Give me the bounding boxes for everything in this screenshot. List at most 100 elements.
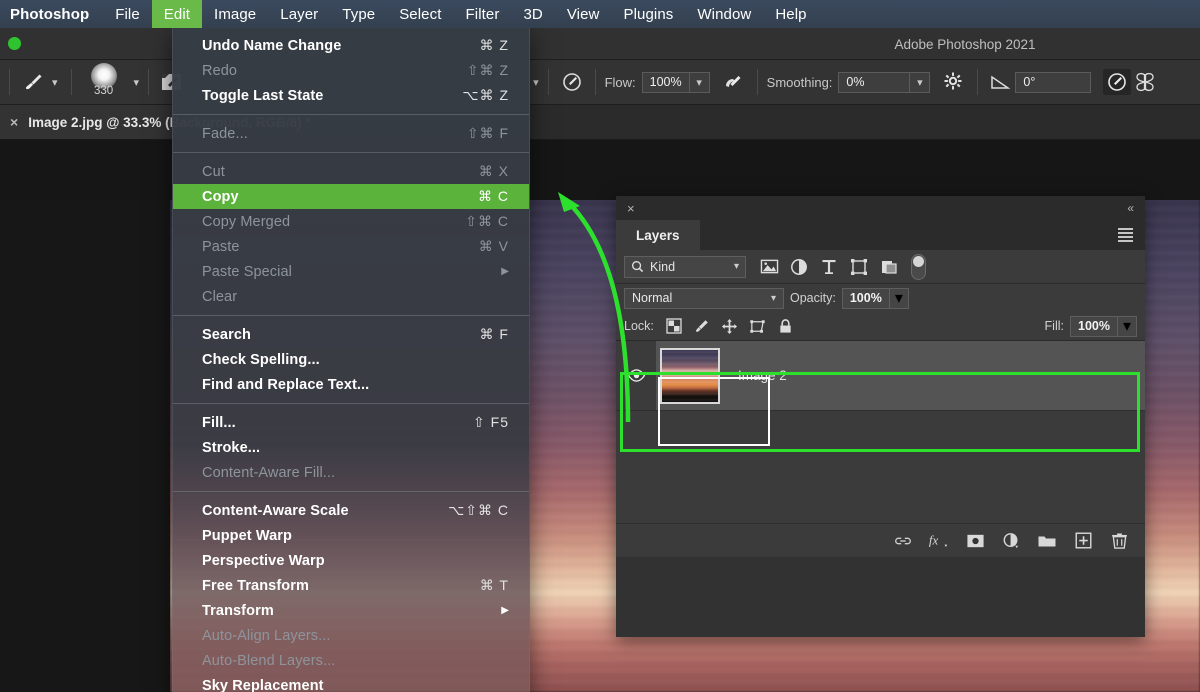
layer-visibility-toggle[interactable] bbox=[616, 341, 656, 410]
tab-layers[interactable]: Layers bbox=[616, 220, 700, 250]
menu-item-label: Check Spelling... bbox=[202, 351, 320, 368]
menubar-item-help[interactable]: Help bbox=[763, 0, 818, 28]
menu-item-find-and-replace-text[interactable]: Find and Replace Text... bbox=[173, 372, 529, 397]
filter-smart-objects-button[interactable] bbox=[875, 254, 903, 280]
close-icon[interactable]: × bbox=[10, 115, 18, 129]
layer-row[interactable]: Image 2 bbox=[616, 341, 1145, 411]
opacity-input[interactable]: 100% bbox=[841, 287, 890, 309]
menu-item-label: Toggle Last State bbox=[202, 87, 324, 104]
menu-item-label: Puppet Warp bbox=[202, 527, 292, 544]
menu-item-undo-name-change[interactable]: Undo Name Change ⌘ Z bbox=[173, 33, 529, 58]
chevron-down-icon[interactable]: ▾ bbox=[52, 76, 58, 89]
menubar-item-edit[interactable]: Edit bbox=[151, 0, 203, 28]
lock-image-pixels-button[interactable] bbox=[690, 314, 714, 338]
airbrush-button[interactable] bbox=[720, 69, 748, 95]
lock-icon bbox=[780, 318, 792, 333]
menu-item-label: Auto-Align Layers... bbox=[202, 627, 331, 644]
divider bbox=[148, 69, 150, 95]
photoshop-window: Photoshop File Edit Image Layer Type Select Fil… bbox=[0, 0, 1200, 692]
add-layer-mask-button[interactable] bbox=[963, 529, 987, 553]
menubar-item-type[interactable]: Type bbox=[330, 0, 387, 28]
filter-adjustment-layers-button[interactable] bbox=[785, 254, 813, 280]
menu-item-copy[interactable]: Copy ⌘ C bbox=[173, 184, 529, 209]
window-maximize-button[interactable] bbox=[8, 37, 21, 50]
filter-kind-select[interactable]: Kind ▾ bbox=[624, 255, 746, 278]
smoothing-input[interactable]: 0% bbox=[838, 71, 911, 93]
new-group-button[interactable] bbox=[1035, 529, 1059, 553]
lock-position-button[interactable] bbox=[718, 314, 742, 338]
menu-item-transform[interactable]: Transform ▶ bbox=[173, 598, 529, 623]
add-adjustment-layer-button[interactable] bbox=[999, 529, 1023, 553]
layer-styles-button[interactable]: fx bbox=[927, 529, 951, 553]
filter-pixel-layers-button[interactable] bbox=[755, 254, 783, 280]
new-layer-button[interactable] bbox=[1071, 529, 1095, 553]
airbrush-icon bbox=[725, 76, 741, 87]
layer-thumbnail[interactable] bbox=[660, 347, 720, 404]
menu-item-label: Perspective Warp bbox=[202, 552, 325, 569]
blend-mode-select[interactable]: Normal ▾ bbox=[624, 287, 784, 309]
flow-input[interactable]: 100% bbox=[641, 71, 690, 93]
menubar-item-filter[interactable]: Filter bbox=[454, 0, 512, 28]
lock-artboard-nesting-button[interactable] bbox=[746, 314, 770, 338]
menu-item-search[interactable]: Search ⌘ F bbox=[173, 322, 529, 347]
menu-item-shortcut: ⌘ T bbox=[479, 577, 509, 593]
brush-tool-preset-button[interactable]: ▾ bbox=[19, 71, 62, 93]
fill-slider-button[interactable]: ▾ bbox=[1118, 315, 1137, 337]
submenu-arrow-icon: ▶ bbox=[501, 605, 509, 616]
menu-item-content-aware-scale[interactable]: Content-Aware Scale ⌥⇧⌘ C bbox=[173, 498, 529, 523]
lock-icon-group bbox=[662, 314, 798, 338]
lock-all-button[interactable] bbox=[774, 314, 798, 338]
fill-input[interactable]: 100% bbox=[1070, 315, 1118, 337]
menu-item-toggle-last-state[interactable]: Toggle Last State ⌥⌘ Z bbox=[173, 83, 529, 108]
lock-row: Lock: Fill: 100% ▾ bbox=[616, 312, 1145, 341]
chevron-down-icon[interactable]: ▾ bbox=[533, 76, 539, 89]
menu-item-stroke[interactable]: Stroke... bbox=[173, 435, 529, 460]
paint-symmetry-button[interactable] bbox=[1131, 69, 1159, 95]
menu-item-puppet-warp[interactable]: Puppet Warp bbox=[173, 523, 529, 548]
opacity-slider-button[interactable]: ▾ bbox=[889, 287, 909, 309]
layer-name[interactable]: Image 2 bbox=[738, 368, 787, 383]
menubar-item-photoshop[interactable]: Photoshop bbox=[0, 0, 103, 28]
smoothing-options-gear-button[interactable] bbox=[940, 69, 968, 95]
menubar-item-select[interactable]: Select bbox=[387, 0, 453, 28]
tablet-pressure-opacity-button[interactable] bbox=[558, 69, 586, 95]
menu-item-label: Search bbox=[202, 326, 251, 343]
menubar-item-plugins[interactable]: Plugins bbox=[611, 0, 685, 28]
smoothing-dropdown-button[interactable]: ▾ bbox=[910, 71, 931, 93]
image-icon bbox=[760, 259, 778, 274]
menubar-item-image[interactable]: Image bbox=[202, 0, 268, 28]
delete-layer-button[interactable] bbox=[1107, 529, 1131, 553]
menubar-item-file[interactable]: File bbox=[103, 0, 152, 28]
menubar-item-window[interactable]: Window bbox=[685, 0, 763, 28]
toggle-knob bbox=[913, 255, 924, 267]
flow-label: Flow: bbox=[604, 74, 636, 90]
filter-enable-toggle[interactable] bbox=[911, 253, 926, 280]
brush-size-preview[interactable]: 330 bbox=[81, 62, 127, 102]
menu-item-check-spelling[interactable]: Check Spelling... bbox=[173, 347, 529, 372]
tablet-pressure-size-button[interactable] bbox=[1103, 69, 1132, 95]
menu-item-label: Undo Name Change bbox=[202, 37, 342, 54]
edit-menu-dropdown: Undo Name Change ⌘ Z Redo ⇧⌘ Z Toggle Last S… bbox=[172, 28, 530, 692]
menubar-item-view[interactable]: View bbox=[555, 0, 612, 28]
menu-separator bbox=[173, 114, 529, 115]
menubar-item-3d[interactable]: 3D bbox=[511, 0, 554, 28]
collapse-panel-icon[interactable]: « bbox=[1127, 201, 1134, 215]
brush-angle-input[interactable]: 0° bbox=[1015, 71, 1092, 93]
menu-item-fill[interactable]: Fill... ⇧ F5 bbox=[173, 410, 529, 435]
paintbrush-icon bbox=[25, 74, 42, 90]
flow-dropdown-button[interactable]: ▾ bbox=[689, 71, 710, 93]
filter-type-layers-button[interactable] bbox=[815, 254, 843, 280]
lock-transparent-pixels-button[interactable] bbox=[662, 314, 686, 338]
menubar-item-layer[interactable]: Layer bbox=[268, 0, 330, 28]
filter-shape-layers-button[interactable] bbox=[845, 254, 873, 280]
panel-tab-row: Layers bbox=[616, 220, 1145, 250]
menu-item-sky-replacement[interactable]: Sky Replacement bbox=[173, 673, 529, 692]
menu-item-free-transform[interactable]: Free Transform ⌘ T bbox=[173, 573, 529, 598]
panel-options-menu-button[interactable] bbox=[1106, 220, 1145, 250]
menu-separator bbox=[173, 403, 529, 404]
menu-item-redo: Redo ⇧⌘ Z bbox=[173, 58, 529, 83]
close-icon[interactable]: × bbox=[627, 201, 635, 216]
menu-item-perspective-warp[interactable]: Perspective Warp bbox=[173, 548, 529, 573]
chevron-down-icon[interactable]: ▾ bbox=[134, 76, 140, 89]
link-layers-button[interactable] bbox=[891, 529, 915, 553]
